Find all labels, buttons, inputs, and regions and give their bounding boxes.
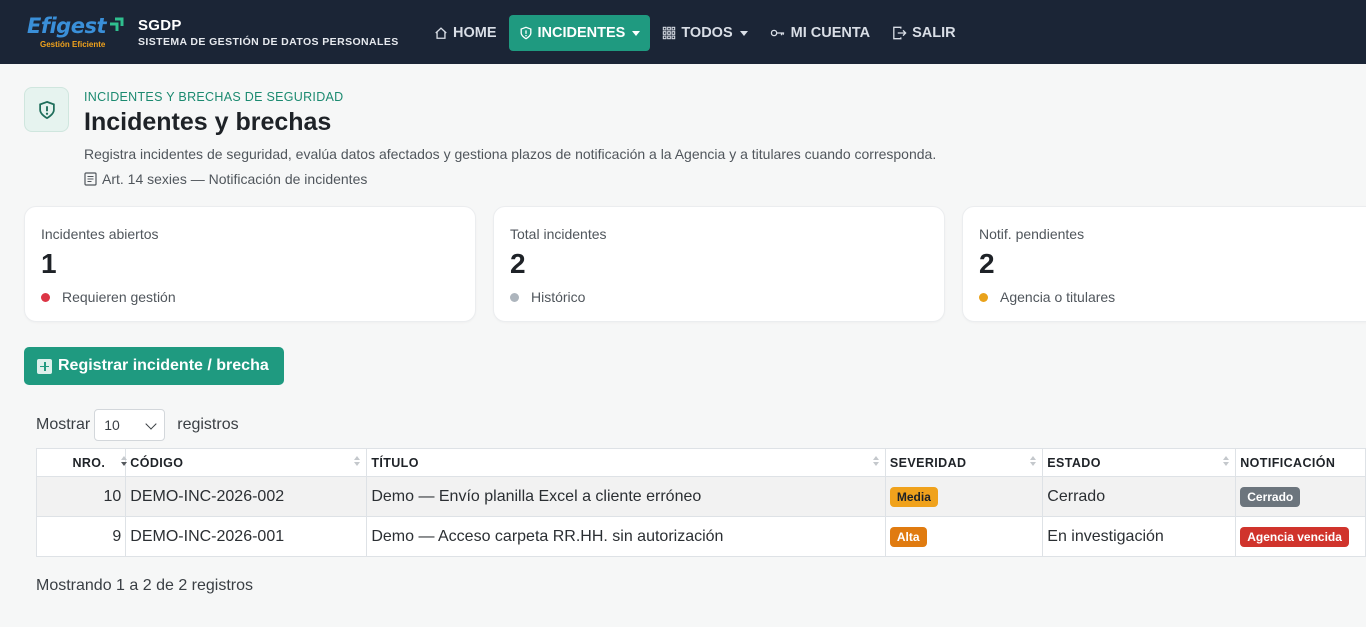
cell-nro: 9: [35, 516, 127, 557]
nav-salir[interactable]: SALIR: [882, 15, 966, 51]
navbar: Efigest Gestión Eficiente SGDP SISTEMA D…: [0, 0, 1366, 64]
length-select-wrap: 10: [90, 409, 177, 441]
stat-note: Histórico: [510, 289, 585, 305]
incidents-table: NRO. CÓDIGO TÍTULO SEVERIDAD ESTADO NOTI…: [35, 448, 1366, 557]
nav-incidentes-label: INCIDENTES: [537, 25, 626, 41]
stat-value: 2: [979, 248, 995, 279]
efigest-logo[interactable]: Efigest Gestión Eficiente: [27, 14, 127, 52]
logo-text: Efigest: [27, 14, 107, 38]
register-button-label: Registrar incidente / brecha: [58, 357, 269, 374]
shield-icon: [520, 26, 531, 40]
status-dot: [510, 292, 519, 302]
column-header-titulo[interactable]: TÍTULO: [366, 448, 886, 477]
stat-value: 2: [510, 248, 526, 279]
notification-badge: Cerrado: [1240, 486, 1301, 507]
nav-home-label: HOME: [453, 25, 497, 41]
sort-icon: [872, 456, 879, 469]
grid-icon: [663, 26, 676, 40]
table-row[interactable]: 9 DEMO-INC-2026-001 Demo — Acceso carpet…: [35, 516, 1366, 557]
chevron-down-icon: [632, 30, 641, 36]
cell-nro: 10: [35, 476, 127, 517]
shield-alert-icon: [24, 87, 69, 132]
sort-icon: [1223, 456, 1230, 469]
stat-note: Agencia o titulares: [979, 289, 1115, 305]
nav-mi-cuenta-label: MI CUENTA: [790, 25, 871, 41]
cell-severidad: Alta: [884, 516, 1044, 557]
chevron-down-icon: [739, 30, 748, 36]
status-dot: [979, 292, 988, 302]
logout-icon: [893, 26, 907, 40]
cell-severidad: Media: [884, 476, 1044, 517]
stat-card-pendientes: Notif. pendientes 2 Agencia o titulares: [962, 206, 1366, 322]
nav-salir-label: SALIR: [912, 25, 956, 41]
severity-badge: Media: [889, 486, 938, 507]
column-header-severidad[interactable]: SEVERIDAD: [884, 448, 1044, 477]
logo-arrow-icon: [110, 17, 124, 31]
article-text: Art. 14 sexies — Notificación de inciden…: [102, 171, 368, 187]
stat-value: 1: [41, 248, 57, 279]
page-length-select[interactable]: 10: [94, 409, 166, 441]
nav-home[interactable]: HOME: [424, 15, 507, 51]
page-description: Registra incidentes de seguridad, evalúa…: [84, 146, 937, 162]
page-kicker: INCIDENTES Y BRECHAS DE SEGURIDAD: [84, 90, 344, 104]
column-header-codigo[interactable]: CÓDIGO: [125, 448, 368, 477]
cell-estado: En investigación: [1042, 516, 1237, 557]
cell-codigo: DEMO-INC-2026-001: [125, 516, 368, 557]
sort-icon: [354, 456, 361, 469]
severity-badge: Alta: [889, 526, 927, 547]
stat-card-abiertos: Incidentes abiertos 1 Requieren gestión: [24, 206, 476, 322]
column-header-label: ESTADO: [1047, 455, 1101, 470]
column-header-notificacion[interactable]: NOTIFICACIÓN: [1235, 448, 1366, 477]
cell-titulo: Demo — Acceso carpeta RR.HH. sin autoriz…: [366, 516, 886, 557]
stat-note-text: Agencia o titulares: [1000, 289, 1116, 305]
column-header-estado[interactable]: ESTADO: [1042, 448, 1237, 477]
cell-notificacion: Cerrado: [1235, 476, 1366, 517]
cell-estado: Cerrado: [1042, 476, 1237, 517]
column-header-label: TÍTULO: [371, 455, 419, 470]
page-title: Incidentes y brechas: [84, 108, 332, 136]
logo-tagline: Gestión Eficiente: [40, 40, 106, 49]
cell-titulo: Demo — Envío planilla Excel a cliente er…: [366, 476, 886, 517]
column-header-label: NRO.: [72, 455, 106, 470]
nav-incidentes[interactable]: INCIDENTES: [508, 15, 651, 51]
sort-icon: [1030, 456, 1037, 469]
key-icon: [770, 29, 784, 37]
stat-note-text: Requieren gestión: [62, 289, 176, 305]
app-subtitle: SISTEMA DE GESTIÓN DE DATOS PERSONALES: [138, 36, 399, 48]
column-header-nro[interactable]: NRO.: [35, 448, 127, 477]
stat-note-text: Histórico: [531, 289, 586, 305]
brand-title: SGDP SISTEMA DE GESTIÓN DE DATOS PERSONA…: [138, 17, 399, 48]
nav-mi-cuenta[interactable]: MI CUENTA: [760, 15, 880, 51]
nav-todos[interactable]: TODOS: [652, 15, 757, 51]
length-prefix: Mostrar: [36, 416, 91, 433]
register-incident-button[interactable]: Registrar incidente / brecha: [24, 347, 284, 385]
stat-label: Incidentes abiertos: [41, 226, 159, 242]
column-header-label: CÓDIGO: [130, 455, 184, 470]
app-name: SGDP: [138, 17, 182, 34]
stat-label: Notif. pendientes: [979, 226, 1085, 242]
table-info: Mostrando 1 a 2 de 2 registros: [36, 577, 254, 594]
document-icon: [84, 172, 97, 186]
notification-badge: Agencia vencida: [1240, 526, 1349, 547]
home-icon: [435, 27, 447, 39]
article-reference: Art. 14 sexies — Notificación de inciden…: [84, 171, 367, 187]
status-dot: [41, 292, 50, 302]
cell-codigo: DEMO-INC-2026-002: [125, 476, 368, 517]
table-header-row: NRO. CÓDIGO TÍTULO SEVERIDAD ESTADO NOTI…: [35, 448, 1366, 477]
plus-icon: [37, 358, 52, 374]
table-row[interactable]: 10 DEMO-INC-2026-002 Demo — Envío planil…: [35, 476, 1366, 517]
main-nav: HOME INCIDENTES TODOS MI CUENTA SALIR: [424, 15, 968, 51]
stat-label: Total incidentes: [510, 226, 607, 242]
stat-note: Requieren gestión: [41, 289, 176, 305]
stat-card-total: Total incidentes 2 Histórico: [493, 206, 945, 322]
nav-todos-label: TODOS: [681, 25, 733, 41]
page-length-control: Mostrar 10 registros: [36, 409, 239, 441]
cell-notificacion: Agencia vencida: [1235, 516, 1366, 557]
column-header-label: NOTIFICACIÓN: [1240, 455, 1336, 470]
length-suffix: registros: [177, 416, 239, 433]
column-header-label: SEVERIDAD: [889, 455, 967, 470]
